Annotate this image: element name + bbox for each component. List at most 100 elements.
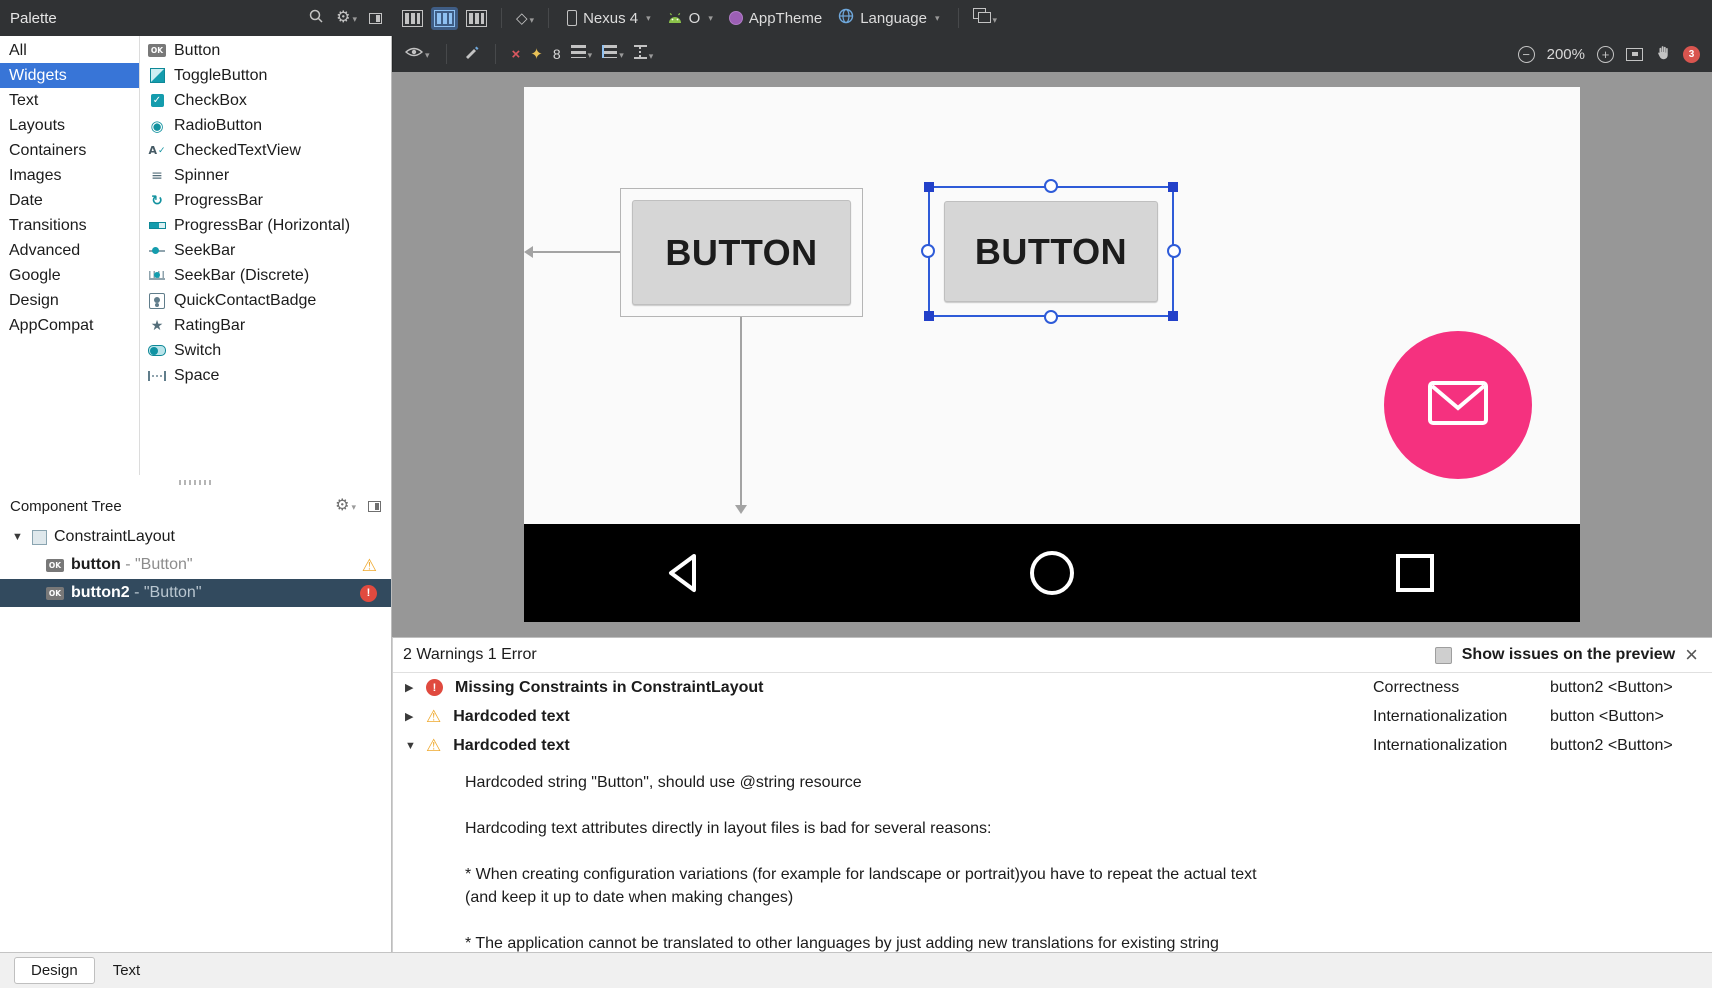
palette-category-date[interactable]: Date bbox=[0, 188, 139, 213]
toolbar-separator bbox=[548, 8, 550, 28]
pack-button[interactable] bbox=[570, 45, 592, 63]
infer-constraints-icon[interactable] bbox=[530, 47, 543, 62]
theme-selector[interactable]: AppTheme bbox=[725, 10, 826, 27]
autoconnect-button[interactable] bbox=[463, 44, 479, 65]
collapse-icon[interactable] bbox=[12, 531, 25, 543]
palette-widget-progressbar[interactable]: ProgressBar bbox=[140, 188, 391, 213]
design-blueprint-view-button[interactable] bbox=[431, 6, 458, 30]
api-version-selector[interactable]: O bbox=[663, 10, 717, 27]
palette-widget-checkbox[interactable]: CheckBox bbox=[140, 88, 391, 113]
nav-back-icon[interactable] bbox=[663, 551, 703, 600]
palette-category-text[interactable]: Text bbox=[0, 88, 139, 113]
design-view-icon[interactable] bbox=[402, 9, 423, 27]
palette-category-layouts[interactable]: Layouts bbox=[0, 113, 139, 138]
palette-widget-seekbar-discrete[interactable]: SeekBar (Discrete) bbox=[140, 263, 391, 288]
close-icon[interactable] bbox=[1685, 644, 1698, 666]
palette-widget-spinner[interactable]: Spinner bbox=[140, 163, 391, 188]
palette-widget-togglebutton[interactable]: ToggleButton bbox=[140, 63, 391, 88]
issue-row-hardcoded-text-2[interactable]: Hardcoded text Internationalization butt… bbox=[393, 731, 1712, 760]
constraint-anchor-top[interactable] bbox=[1044, 179, 1058, 193]
button-widget[interactable]: BUTTON bbox=[620, 188, 863, 317]
palette-category-google[interactable]: Google bbox=[0, 263, 139, 288]
panel-splitter[interactable] bbox=[0, 475, 392, 489]
issue-row-hardcoded-text-1[interactable]: Hardcoded text Internationalization butt… bbox=[393, 702, 1712, 731]
palette-widget-button[interactable]: Button bbox=[140, 38, 391, 63]
palette-widget-radiobutton[interactable]: RadioButton bbox=[140, 113, 391, 138]
palette-widget-ratingbar[interactable]: RatingBar bbox=[140, 313, 391, 338]
palette-widget-space[interactable]: Space bbox=[140, 363, 391, 388]
palette-widget-progressbar-horizontal[interactable]: ProgressBar (Horizontal) bbox=[140, 213, 391, 238]
palette-widget-quickcontactbadge[interactable]: QuickContactBadge bbox=[140, 288, 391, 313]
resize-handle-top-right[interactable] bbox=[1168, 182, 1178, 192]
zoom-out-button[interactable]: − bbox=[1517, 45, 1535, 63]
chevron-down-icon bbox=[708, 13, 713, 24]
design-surface[interactable]: BUTTON BUTTON bbox=[392, 72, 1712, 637]
language-selector[interactable]: Language bbox=[834, 8, 943, 28]
default-margin-value[interactable]: 8 bbox=[553, 46, 561, 62]
palette-widget-checkedtextview[interactable]: CheckedTextView bbox=[140, 138, 391, 163]
tab-text[interactable]: Text bbox=[97, 957, 157, 984]
pan-hand-icon[interactable] bbox=[1655, 44, 1671, 65]
widget-label: Switch bbox=[174, 341, 222, 359]
palette-category-advanced[interactable]: Advanced bbox=[0, 238, 139, 263]
palette-category-design[interactable]: Design bbox=[0, 288, 139, 313]
clear-constraints-icon[interactable] bbox=[512, 47, 521, 62]
palette-widget-seekbar[interactable]: SeekBar bbox=[140, 238, 391, 263]
resize-handle-top-left[interactable] bbox=[924, 182, 934, 192]
palette-settings-button[interactable] bbox=[336, 9, 357, 27]
zoom-in-button[interactable]: + bbox=[1597, 45, 1614, 63]
toolbar-separator bbox=[445, 44, 447, 64]
hide-panel-icon[interactable] bbox=[368, 500, 381, 512]
constraint-anchor-left[interactable] bbox=[921, 244, 935, 258]
tree-settings-button[interactable] bbox=[335, 497, 356, 515]
tab-design[interactable]: Design bbox=[14, 957, 95, 984]
widget-label: Space bbox=[174, 366, 220, 384]
guidelines-button[interactable] bbox=[633, 44, 653, 64]
palette-category-widgets[interactable]: Widgets bbox=[0, 63, 139, 88]
palette-category-containers[interactable]: Containers bbox=[0, 138, 139, 163]
issue-row-missing-constraints[interactable]: Missing Constraints in ConstraintLayout … bbox=[393, 673, 1712, 702]
issue-detail-line bbox=[465, 794, 1692, 817]
nav-recents-icon[interactable] bbox=[1396, 554, 1434, 592]
blueprint-view-icon[interactable] bbox=[466, 9, 487, 27]
palette-category-transitions[interactable]: Transitions bbox=[0, 213, 139, 238]
search-icon[interactable] bbox=[308, 8, 324, 29]
palette-category-images[interactable]: Images bbox=[0, 163, 139, 188]
expand-icon[interactable] bbox=[405, 681, 418, 694]
palette-widget-switch[interactable]: Switch bbox=[140, 338, 391, 363]
issue-title: Hardcoded text bbox=[453, 707, 570, 725]
widget-label: ToggleButton bbox=[174, 66, 268, 84]
expand-icon[interactable] bbox=[405, 710, 418, 723]
button2-widget-selected[interactable]: BUTTON bbox=[921, 179, 1181, 324]
render-issues-badge[interactable]: 3 bbox=[1683, 45, 1700, 63]
constraintlayout-icon bbox=[32, 529, 47, 545]
constraint-anchor-bottom[interactable] bbox=[1044, 310, 1058, 324]
layout-variants-button[interactable] bbox=[972, 8, 998, 28]
collapse-icon[interactable] bbox=[405, 740, 418, 752]
seekbar-widget-icon bbox=[148, 242, 166, 260]
constraint-anchor-right[interactable] bbox=[1167, 244, 1181, 258]
align-button[interactable] bbox=[602, 45, 624, 63]
palette-category-appcompat[interactable]: AppCompat bbox=[0, 313, 139, 338]
palette-category-all[interactable]: All bbox=[0, 38, 139, 63]
device-selector[interactable]: Nexus 4 bbox=[563, 10, 655, 27]
floating-action-button[interactable] bbox=[1384, 331, 1532, 479]
zoom-to-fit-icon[interactable] bbox=[1626, 47, 1643, 61]
tree-item-value: - "Button" bbox=[120, 556, 193, 573]
issue-detail-line: Hardcoding text attributes directly in l… bbox=[465, 820, 992, 837]
widget-label: QuickContactBadge bbox=[174, 291, 317, 309]
tree-row-button2[interactable]: button2 - "Button" bbox=[0, 579, 391, 607]
tree-row-constraintlayout[interactable]: ConstraintLayout bbox=[0, 523, 391, 551]
hide-panel-icon[interactable] bbox=[369, 12, 382, 24]
resize-handle-bottom-left[interactable] bbox=[924, 311, 934, 321]
orientation-button[interactable] bbox=[516, 9, 534, 28]
tree-row-button[interactable]: button - "Button" bbox=[0, 551, 391, 579]
issue-category: Correctness bbox=[1373, 678, 1460, 696]
issue-detail-line bbox=[465, 909, 1692, 932]
resize-handle-bottom-right[interactable] bbox=[1168, 311, 1178, 321]
chevron-down-icon bbox=[993, 15, 998, 25]
layout-canvas[interactable]: BUTTON BUTTON bbox=[524, 87, 1580, 524]
show-issues-checkbox[interactable] bbox=[1434, 646, 1452, 664]
nav-home-icon[interactable] bbox=[1030, 551, 1074, 595]
view-options-button[interactable] bbox=[404, 45, 430, 63]
